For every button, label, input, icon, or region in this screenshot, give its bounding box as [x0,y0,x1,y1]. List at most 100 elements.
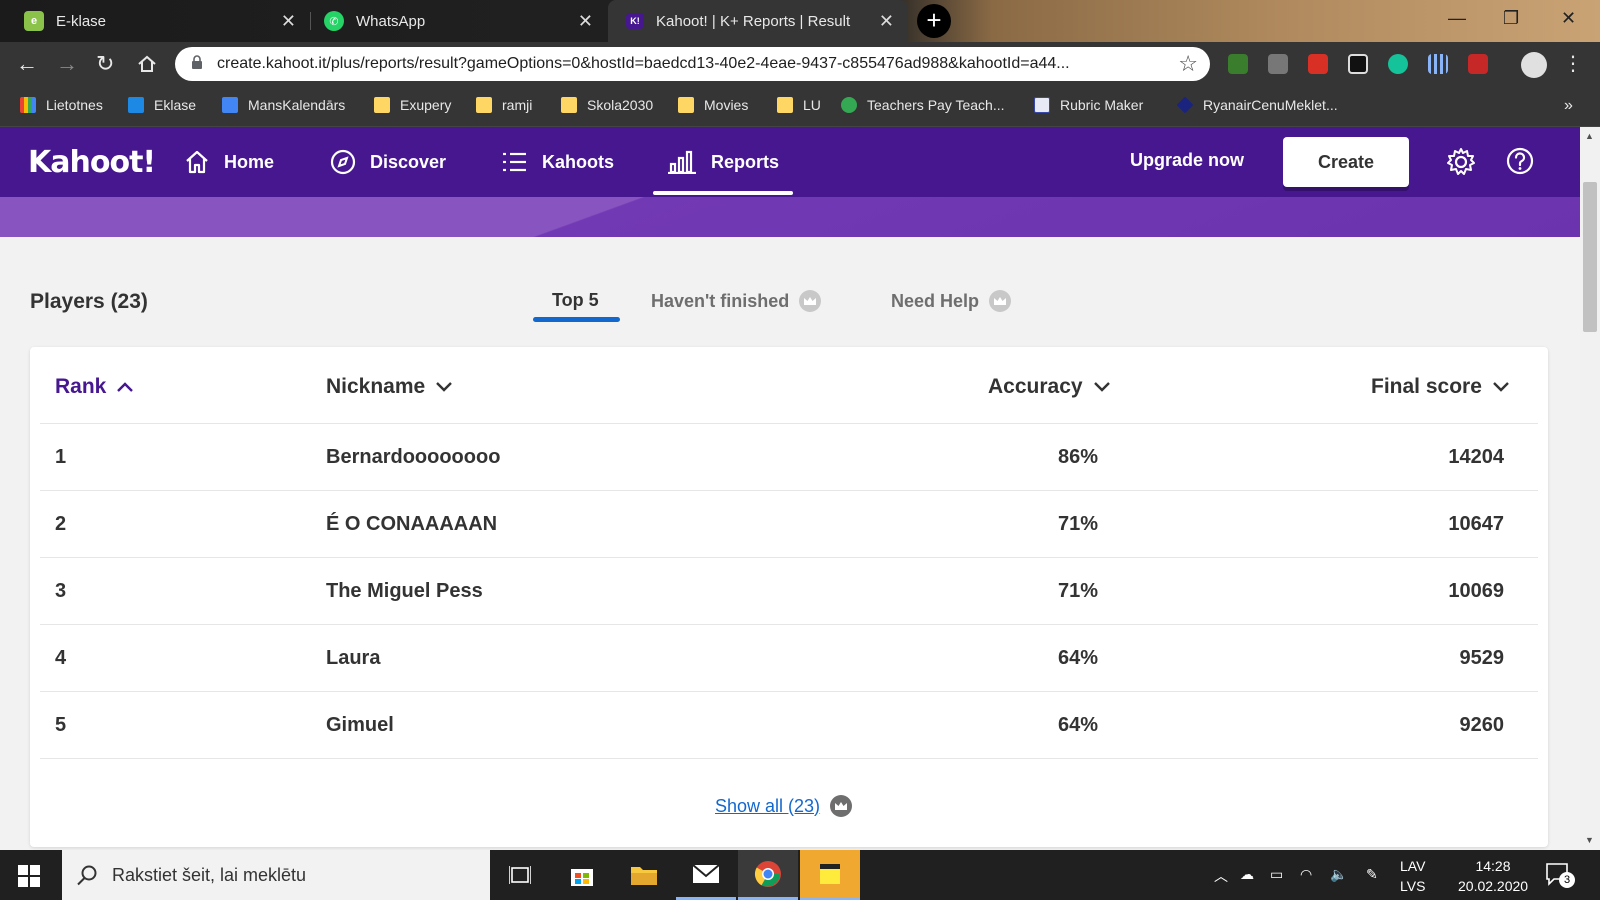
header-decorative-band [0,197,1580,237]
accuracy-cell: 71% [1057,580,1098,602]
home-browser-icon[interactable] [137,54,157,74]
column-label: Nickname [326,375,426,398]
bookmark-label: RyanairCenuMeklet... [1203,97,1338,113]
nav-reports[interactable]: Reports [652,127,794,197]
file-explorer-icon[interactable] [614,850,674,900]
chrome-icon[interactable] [738,850,798,900]
incognito-extension-icon[interactable] [1348,54,1368,74]
tab-havent-finished[interactable]: Haven't finished [651,290,822,312]
kahoot-header: Kahoot! Home Discover Kahoots Reports Up… [0,127,1580,197]
scroll-up-icon[interactable]: ▲ [1585,131,1594,141]
restore-icon[interactable]: ❐ [1503,8,1519,29]
more-bookmarks-icon[interactable]: » [1564,97,1573,115]
system-clock[interactable]: 14:28 20.02.2020 [1458,856,1528,896]
browser-tab-eklase[interactable]: e E-klase ✕ [0,0,310,42]
column-header-accuracy[interactable]: Accuracy [988,375,1111,399]
close-icon[interactable]: ✕ [281,11,296,32]
taskbar-search-box[interactable]: Rakstiet šeit, lai meklētu [62,850,490,900]
column-header-final-score[interactable]: Final score [1371,375,1510,399]
windows-start-icon[interactable] [18,865,40,887]
nav-label: Home [224,151,275,172]
bookmark-item[interactable]: Eklase [128,97,196,113]
bookmark-item[interactable]: ramji [476,97,532,113]
minimize-icon[interactable]: — [1448,8,1466,29]
lock-icon[interactable] [191,55,203,69]
keyboard-language[interactable]: LAV LVS [1400,856,1425,896]
grammarly-icon[interactable] [1388,54,1408,74]
back-icon[interactable]: ← [16,51,38,77]
nav-kahoots[interactable]: Kahoots [502,127,614,197]
rank-cell: 2 [55,513,67,535]
url-text[interactable]: create.kahoot.it/plus/reports/result?gam… [217,55,1157,73]
help-icon[interactable] [1506,147,1534,175]
folder-icon [476,97,492,113]
close-icon[interactable]: ✕ [578,11,593,32]
nav-discover[interactable]: Discover [330,127,446,197]
pdf-extension-icon[interactable] [1468,54,1488,74]
wifi-icon[interactable]: ◠ [1300,866,1312,883]
apps-extension-icon[interactable] [1428,54,1448,74]
mail-icon[interactable] [676,850,736,900]
extension-icon[interactable] [1228,54,1248,74]
scrollbar-thumb[interactable] [1583,182,1597,332]
table-row[interactable]: 4 Laura 64% 9529 [40,624,1538,691]
task-view-icon[interactable] [490,850,550,900]
volume-muted-icon[interactable]: 🔈 [1330,866,1347,883]
table-row[interactable]: 5 Gimuel 64% 9260 [40,691,1538,758]
menu-kebab-icon[interactable]: ⋮ [1563,51,1583,76]
create-button[interactable]: Create [1283,137,1409,187]
tab-label: Top 5 [552,290,599,310]
kahoot-logo[interactable]: Kahoot! [28,145,156,180]
nickname-cell: The Miguel Pess [326,580,483,602]
bookmark-item[interactable]: Exupery [374,97,451,113]
column-header-nickname[interactable]: Nickname [326,375,453,399]
bookmark-star-icon[interactable]: ☆ [1178,51,1198,77]
settings-gear-icon[interactable] [1446,147,1476,177]
tab-top-5[interactable]: Top 5 [552,290,599,311]
store-icon[interactable] [552,850,612,900]
cloud-icon[interactable]: ☁ [1240,866,1254,883]
forward-icon[interactable]: → [56,51,78,77]
page-scrollbar[interactable]: ▲ ▼ [1580,127,1600,850]
browser-tab-kahoot[interactable]: K! Kahoot! | K+ Reports | Result ✕ [608,0,908,42]
table-row[interactable]: 1 Bernardoooooooo 86% 14204 [40,423,1538,490]
scroll-down-icon[interactable]: ▼ [1585,835,1594,845]
keyboard-layout: LVS [1400,878,1426,894]
upgrade-now-link[interactable]: Upgrade now [1130,150,1244,171]
bookmark-item[interactable]: RyanairCenuMeklet... [1176,96,1338,114]
notifications-icon[interactable]: 3 [1545,862,1575,888]
bookmark-item[interactable]: MansKalendārs [222,97,345,113]
battery-icon[interactable]: ▭ [1270,866,1283,883]
nav-home[interactable]: Home [184,127,274,197]
reload-icon[interactable]: ↻ [96,51,114,77]
bookmark-item[interactable]: Teachers Pay Teach... [841,97,1004,113]
bookmark-item[interactable]: LU [777,97,821,113]
bookmark-item[interactable]: Lietotnes [20,97,103,113]
profile-avatar[interactable] [1521,52,1547,78]
close-window-icon[interactable]: ✕ [1561,8,1576,29]
column-header-rank[interactable]: Rank [55,375,134,399]
bookmark-item[interactable]: Skola2030 [561,97,653,113]
bookmark-label: Teachers Pay Teach... [867,97,1005,113]
table-row[interactable]: 2 É O CONAAAAAN 71% 10647 [40,490,1538,557]
bookmark-item[interactable]: Rubric Maker [1034,97,1143,113]
bookmark-label: Skola2030 [587,97,654,113]
pen-icon[interactable]: ✎ [1366,866,1378,883]
new-tab-button[interactable]: + [917,4,951,38]
search-icon [77,865,97,886]
chevron-up-tray-icon[interactable]: ︿ [1214,866,1228,886]
crown-icon [989,290,1012,312]
ryanair-icon [1176,96,1194,114]
column-label: Final score [1371,375,1482,398]
folder-icon [777,97,793,113]
browser-tab-whatsapp[interactable]: ✆ WhatsApp ✕ [312,0,607,42]
bookmark-item[interactable]: Movies [678,97,748,113]
show-all-link[interactable]: Show all (23) [715,795,853,817]
address-bar[interactable]: create.kahoot.it/plus/reports/result?gam… [175,47,1210,81]
close-icon[interactable]: ✕ [879,11,894,32]
tab-need-help[interactable]: Need Help [891,290,1012,312]
table-row[interactable]: 3 The Miguel Pess 71% 10069 [40,557,1538,624]
mail-extension-icon[interactable] [1308,54,1328,74]
extension-icon[interactable] [1268,54,1288,74]
sticky-notes-icon[interactable] [800,850,860,900]
